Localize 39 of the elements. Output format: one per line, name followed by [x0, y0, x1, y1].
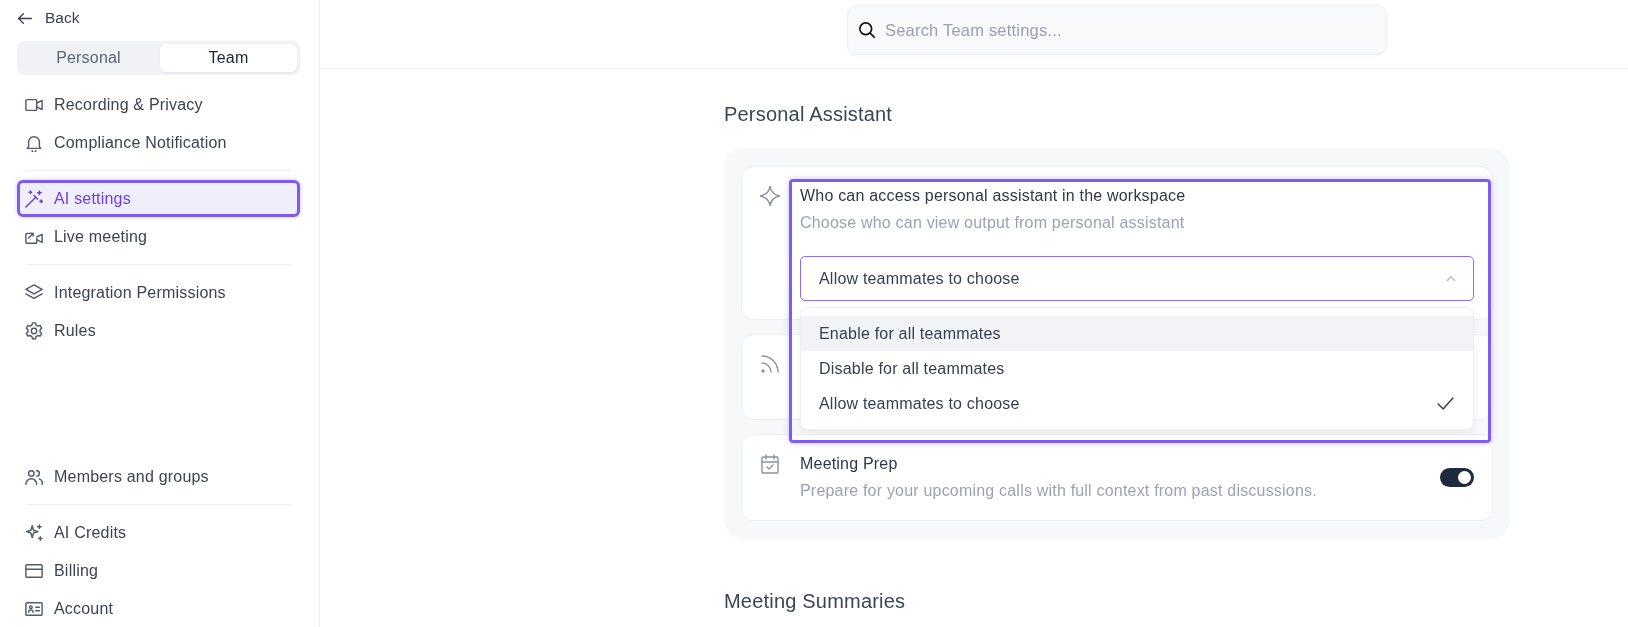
scope-tab[interactable]: Team [160, 44, 297, 72]
search-field[interactable]: Search Team settings... [847, 5, 1387, 55]
section-title: Meeting Summaries [724, 589, 907, 613]
sidebar-item[interactable]: Compliance Notification [17, 124, 300, 161]
sidebar-item[interactable]: Members and groups [17, 458, 300, 495]
sidebar-item[interactable]: Rules [17, 312, 300, 349]
dropdown-option[interactable]: Allow teammates to choose [801, 386, 1473, 421]
dropdown-option[interactable]: Enable for all teammates [801, 316, 1473, 351]
search-icon [859, 22, 875, 38]
sidebar-item[interactable]: Recording & Privacy [17, 86, 300, 123]
sidebar-item[interactable]: Billing [17, 552, 300, 589]
sidebar-item[interactable]: Account [17, 590, 300, 627]
arrow-left-icon [17, 11, 33, 25]
credit-card-icon [25, 561, 43, 580]
layers-icon [25, 283, 43, 302]
gear-icon [25, 321, 43, 340]
scope-tab[interactable]: Personal [20, 44, 157, 72]
section-title: Personal Assistant [724, 102, 894, 126]
users-icon [25, 467, 43, 486]
toggle-switch[interactable] [1440, 468, 1474, 487]
sparkle-icon [760, 186, 780, 206]
magic-wand-icon [25, 189, 43, 208]
sparkles-icon [25, 523, 43, 542]
rss-icon [760, 354, 780, 374]
dropdown-option[interactable]: Disable for all teammates [801, 351, 1473, 386]
sidebar-item[interactable]: Live meeting [17, 218, 300, 255]
setting-description: Prepare for your upcoming calls with full context from past discussions. [800, 481, 1318, 501]
back-button[interactable]: Back [17, 7, 80, 29]
sidebar-item[interactable]: AI settings [17, 180, 300, 217]
sidebar-item[interactable]: AI Credits [17, 514, 300, 551]
sidebar-item[interactable]: Integration Permissions [17, 274, 300, 311]
calendar-icon [760, 454, 780, 474]
setting-title: Meeting Prep [800, 454, 899, 474]
bell-icon [25, 133, 43, 152]
id-card-icon [25, 599, 43, 618]
setting-description: Choose who can view output from personal assistant [800, 213, 1186, 233]
dropdown-select[interactable]: Allow teammates to choose [800, 256, 1474, 301]
chevron-up-icon [1446, 275, 1456, 282]
setting-title: Who can access personal assistant in the workspace [800, 186, 1187, 206]
